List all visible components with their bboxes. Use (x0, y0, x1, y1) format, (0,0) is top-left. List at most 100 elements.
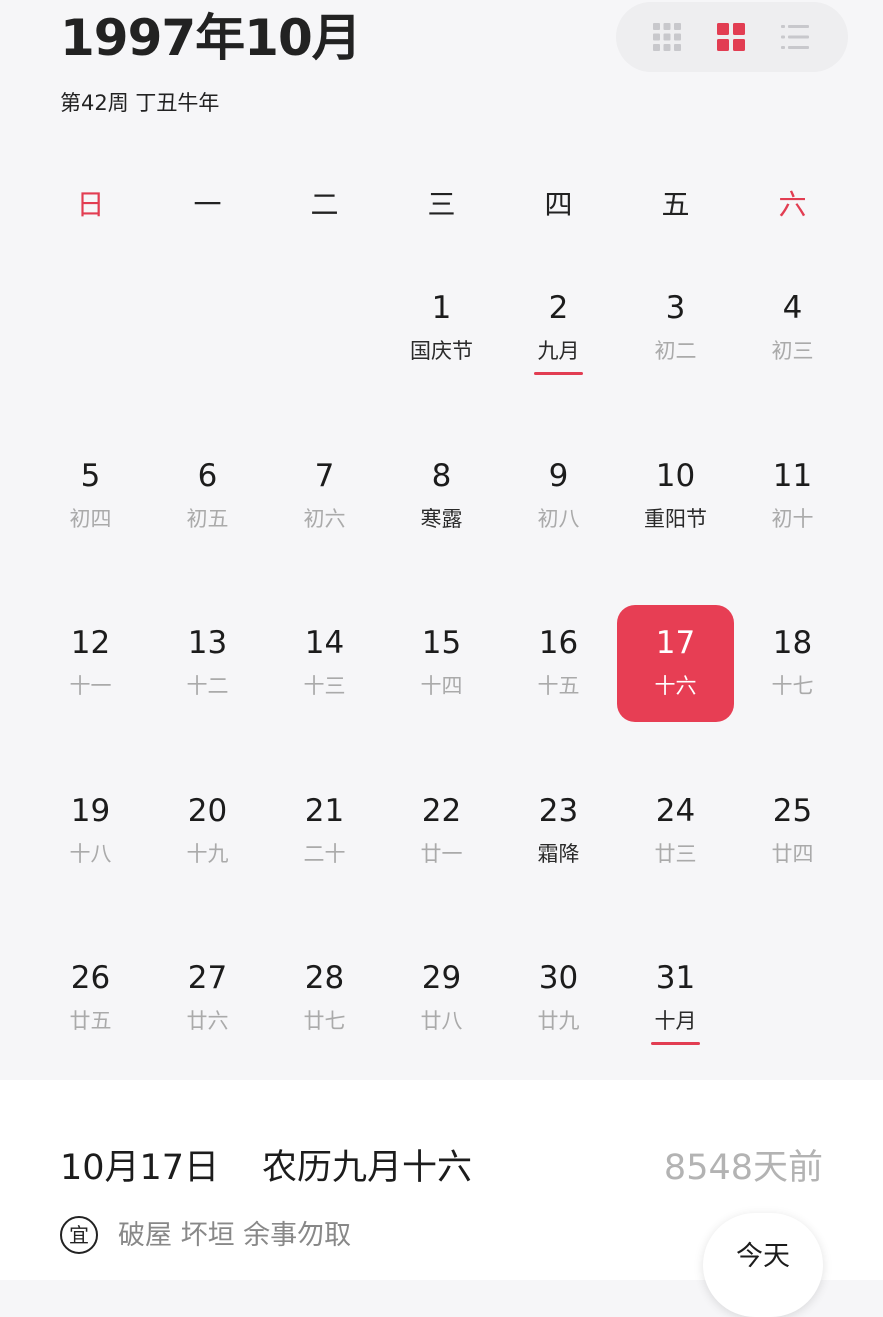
day-number: 22 (421, 793, 462, 829)
lunar-label: 十三 (303, 674, 346, 698)
day-cell[interactable]: 24 廿三 (617, 771, 734, 891)
days-ago-label: 8548天前 (663, 1148, 823, 1188)
month-title[interactable]: 1997年10月 (60, 2, 362, 74)
day-cell[interactable]: 21 二十 (266, 771, 383, 891)
weekday-label: 一 (193, 188, 222, 221)
day-cell[interactable]: 12 十一 (32, 603, 149, 723)
weekday-header: 日一二三四五六 (32, 182, 851, 228)
lunar-label: 二十 (303, 842, 346, 866)
lunar-label: 重阳节 (644, 507, 707, 531)
day-cell[interactable]: 9 初八 (500, 436, 617, 556)
day-number: 16 (538, 625, 579, 661)
lunar-label: 初十 (771, 507, 814, 531)
day-cell[interactable]: 1 国庆节 (383, 268, 500, 388)
month-grid: 1 国庆节 2 九月 3 初二 4 初三 5 初四 6 初五 7 初六 8 寒露 9 初八 10 重阳节 11 初十 12 十… (32, 268, 851, 1078)
lunar-label: 初八 (537, 507, 580, 531)
day-cell[interactable]: 19 十八 (32, 771, 149, 891)
day-cell[interactable]: 26 廿五 (32, 938, 149, 1058)
day-cell[interactable]: 30 廿九 (500, 938, 617, 1058)
lunar-label: 廿一 (420, 842, 463, 866)
day-cell[interactable]: 20 十九 (149, 771, 266, 891)
lunar-label: 廿四 (771, 842, 814, 866)
day-number: 14 (304, 625, 345, 661)
day-cell[interactable]: 8 寒露 (383, 436, 500, 556)
lunar-label: 廿八 (420, 1009, 463, 1033)
lunar-label: 十八 (69, 842, 112, 866)
day-cell[interactable]: 27 廿六 (149, 938, 266, 1058)
day-number: 13 (187, 625, 228, 661)
day-cell[interactable]: 17 十六 (617, 603, 734, 723)
weekday-label: 二 (310, 188, 339, 221)
day-number: 5 (80, 458, 101, 494)
day-number: 10 (655, 458, 696, 494)
day-cell[interactable]: 25 廿四 (734, 771, 851, 891)
lunar-label: 十一 (69, 674, 112, 698)
grid9-icon[interactable] (650, 20, 684, 54)
day-detail-panel: 10月17日 农历九月十六 8548天前 宜 破屋 坏垣 余事勿取 今天 (0, 1080, 883, 1317)
day-cell[interactable]: 28 廿七 (266, 938, 383, 1058)
month-start-underline (534, 372, 583, 375)
day-cell[interactable]: 31 十月 (617, 938, 734, 1058)
lunar-label: 十七 (771, 674, 814, 698)
day-cell[interactable]: 13 十二 (149, 603, 266, 723)
day-cell[interactable]: 6 初五 (149, 436, 266, 556)
day-cell[interactable]: 11 初十 (734, 436, 851, 556)
day-number: 12 (70, 625, 111, 661)
selected-lunar-date: 农历九月十六 (262, 1148, 473, 1188)
lunar-label: 九月 (537, 339, 580, 363)
weekday-label: 日 (76, 188, 105, 221)
yi-badge: 宜 (60, 1216, 98, 1254)
day-cell[interactable]: 7 初六 (266, 436, 383, 556)
day-number: 31 (655, 960, 696, 996)
day-cell[interactable]: 3 初二 (617, 268, 734, 388)
day-number: 4 (782, 290, 803, 326)
day-cell[interactable]: 23 霜降 (500, 771, 617, 891)
today-button[interactable]: 今天 (703, 1213, 823, 1317)
day-number: 21 (304, 793, 345, 829)
day-cell[interactable]: 5 初四 (32, 436, 149, 556)
day-number: 1 (431, 290, 452, 326)
day-number: 18 (772, 625, 813, 661)
weekday-label: 三 (427, 188, 456, 221)
day-number: 17 (655, 625, 696, 661)
day-number: 28 (304, 960, 345, 996)
list-icon[interactable] (778, 20, 812, 54)
lunar-label: 廿六 (186, 1009, 229, 1033)
view-switcher (616, 2, 848, 72)
day-number: 20 (187, 793, 228, 829)
lunar-label: 初二 (654, 339, 697, 363)
day-number: 19 (70, 793, 111, 829)
day-number: 3 (665, 290, 686, 326)
day-cell[interactable]: 18 十七 (734, 603, 851, 723)
day-cell[interactable]: 16 十五 (500, 603, 617, 723)
weekday-label: 五 (661, 188, 690, 221)
calendar-panel: 1997年10月 第42周 丁丑牛年 日 一 二 三 四 五 六 1 国庆节 2… (0, 0, 883, 1080)
day-number: 11 (772, 458, 813, 494)
lunar-label: 国庆节 (410, 339, 473, 363)
weekday-label: 六 (778, 188, 807, 221)
lunar-label: 十九 (186, 842, 229, 866)
month-start-underline (651, 1042, 700, 1045)
day-number: 24 (655, 793, 696, 829)
lunar-label: 廿三 (654, 842, 697, 866)
day-cell[interactable]: 10 重阳节 (617, 436, 734, 556)
day-number: 15 (421, 625, 462, 661)
day-number: 2 (548, 290, 569, 326)
grid4-icon[interactable] (714, 20, 748, 54)
lunar-label: 十二 (186, 674, 229, 698)
day-cell[interactable]: 2 九月 (500, 268, 617, 388)
day-cell[interactable]: 4 初三 (734, 268, 851, 388)
lunar-label: 十月 (654, 1009, 697, 1033)
yi-items: 破屋 坏垣 余事勿取 (118, 1220, 352, 1251)
lunar-label: 廿七 (303, 1009, 346, 1033)
lunar-label: 廿九 (537, 1009, 580, 1033)
day-cell[interactable]: 29 廿八 (383, 938, 500, 1058)
day-number: 27 (187, 960, 228, 996)
day-cell[interactable]: 22 廿一 (383, 771, 500, 891)
selected-date: 10月17日 (60, 1148, 220, 1188)
lunar-label: 十四 (420, 674, 463, 698)
day-cell[interactable]: 14 十三 (266, 603, 383, 723)
day-cell[interactable]: 15 十四 (383, 603, 500, 723)
day-number: 29 (421, 960, 462, 996)
day-number: 7 (314, 458, 335, 494)
